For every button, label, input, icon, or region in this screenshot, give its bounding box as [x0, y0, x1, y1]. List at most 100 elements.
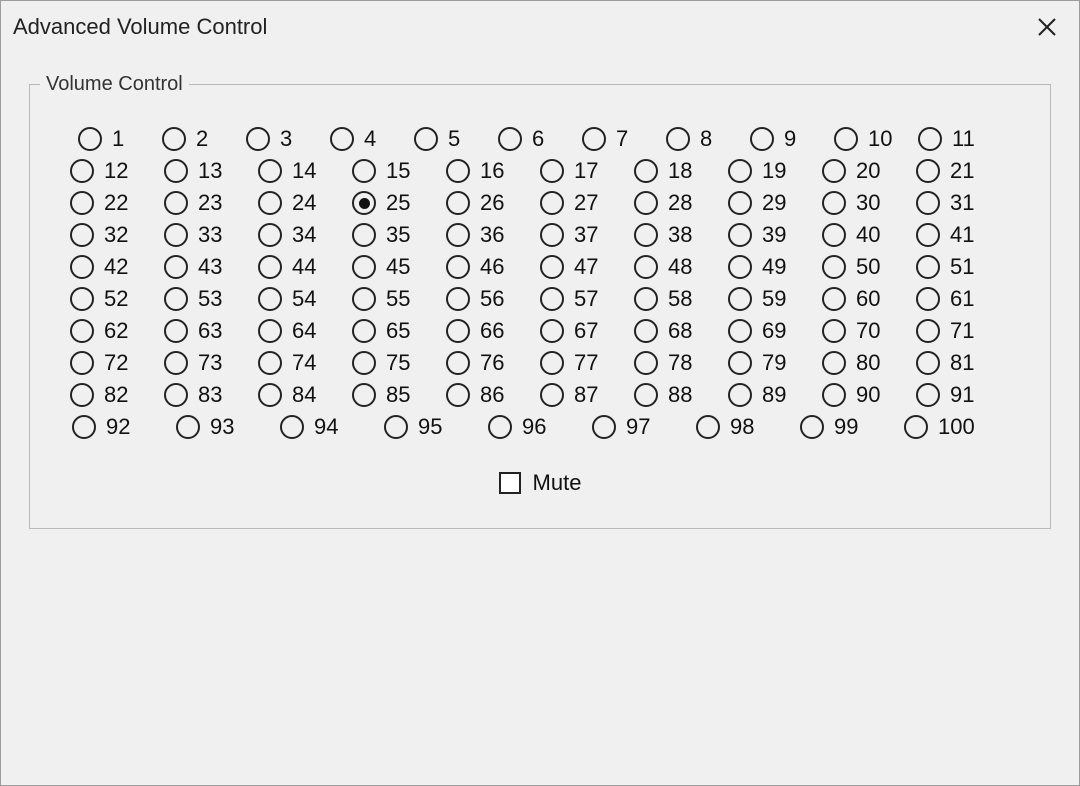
volume-radio-93[interactable]: 93 [176, 414, 280, 440]
volume-radio-77[interactable]: 77 [540, 350, 634, 376]
volume-radio-60[interactable]: 60 [822, 286, 916, 312]
volume-radio-56[interactable]: 56 [446, 286, 540, 312]
volume-radio-61[interactable]: 61 [916, 286, 1010, 312]
volume-radio-84[interactable]: 84 [258, 382, 352, 408]
volume-radio-10[interactable]: 10 [834, 126, 918, 152]
volume-radio-50[interactable]: 50 [822, 254, 916, 280]
volume-radio-78[interactable]: 78 [634, 350, 728, 376]
volume-radio-73[interactable]: 73 [164, 350, 258, 376]
volume-radio-12[interactable]: 12 [70, 158, 164, 184]
volume-radio-75[interactable]: 75 [352, 350, 446, 376]
volume-radio-44[interactable]: 44 [258, 254, 352, 280]
volume-radio-28[interactable]: 28 [634, 190, 728, 216]
volume-radio-59[interactable]: 59 [728, 286, 822, 312]
volume-radio-91[interactable]: 91 [916, 382, 1010, 408]
volume-radio-6[interactable]: 6 [498, 126, 582, 152]
volume-radio-71[interactable]: 71 [916, 318, 1010, 344]
volume-radio-29[interactable]: 29 [728, 190, 822, 216]
volume-radio-19[interactable]: 19 [728, 158, 822, 184]
volume-radio-20[interactable]: 20 [822, 158, 916, 184]
volume-radio-94[interactable]: 94 [280, 414, 384, 440]
volume-radio-83[interactable]: 83 [164, 382, 258, 408]
volume-radio-85[interactable]: 85 [352, 382, 446, 408]
volume-radio-55[interactable]: 55 [352, 286, 446, 312]
volume-radio-23[interactable]: 23 [164, 190, 258, 216]
volume-radio-39[interactable]: 39 [728, 222, 822, 248]
volume-radio-24[interactable]: 24 [258, 190, 352, 216]
volume-radio-38[interactable]: 38 [634, 222, 728, 248]
volume-radio-98[interactable]: 98 [696, 414, 800, 440]
volume-radio-51[interactable]: 51 [916, 254, 1010, 280]
volume-radio-80[interactable]: 80 [822, 350, 916, 376]
volume-radio-49[interactable]: 49 [728, 254, 822, 280]
volume-radio-81[interactable]: 81 [916, 350, 1010, 376]
volume-radio-21[interactable]: 21 [916, 158, 1010, 184]
volume-radio-58[interactable]: 58 [634, 286, 728, 312]
volume-radio-5[interactable]: 5 [414, 126, 498, 152]
close-button[interactable] [1029, 9, 1065, 45]
volume-radio-11[interactable]: 11 [918, 126, 1002, 152]
volume-radio-37[interactable]: 37 [540, 222, 634, 248]
volume-radio-74[interactable]: 74 [258, 350, 352, 376]
volume-radio-52[interactable]: 52 [70, 286, 164, 312]
volume-radio-48[interactable]: 48 [634, 254, 728, 280]
volume-radio-1[interactable]: 1 [78, 126, 162, 152]
volume-radio-31[interactable]: 31 [916, 190, 1010, 216]
volume-radio-95[interactable]: 95 [384, 414, 488, 440]
volume-radio-72[interactable]: 72 [70, 350, 164, 376]
volume-radio-76[interactable]: 76 [446, 350, 540, 376]
volume-radio-90[interactable]: 90 [822, 382, 916, 408]
volume-radio-4[interactable]: 4 [330, 126, 414, 152]
volume-radio-14[interactable]: 14 [258, 158, 352, 184]
volume-radio-7[interactable]: 7 [582, 126, 666, 152]
volume-radio-87[interactable]: 87 [540, 382, 634, 408]
volume-radio-22[interactable]: 22 [70, 190, 164, 216]
volume-radio-86[interactable]: 86 [446, 382, 540, 408]
volume-radio-70[interactable]: 70 [822, 318, 916, 344]
volume-radio-15[interactable]: 15 [352, 158, 446, 184]
volume-radio-40[interactable]: 40 [822, 222, 916, 248]
mute-checkbox[interactable] [499, 472, 521, 494]
volume-radio-35[interactable]: 35 [352, 222, 446, 248]
volume-radio-13[interactable]: 13 [164, 158, 258, 184]
volume-radio-96[interactable]: 96 [488, 414, 592, 440]
volume-radio-99[interactable]: 99 [800, 414, 904, 440]
volume-radio-45[interactable]: 45 [352, 254, 446, 280]
volume-radio-66[interactable]: 66 [446, 318, 540, 344]
volume-radio-54[interactable]: 54 [258, 286, 352, 312]
volume-radio-9[interactable]: 9 [750, 126, 834, 152]
volume-radio-79[interactable]: 79 [728, 350, 822, 376]
volume-radio-32[interactable]: 32 [70, 222, 164, 248]
volume-radio-82[interactable]: 82 [70, 382, 164, 408]
volume-radio-67[interactable]: 67 [540, 318, 634, 344]
volume-radio-26[interactable]: 26 [446, 190, 540, 216]
volume-radio-47[interactable]: 47 [540, 254, 634, 280]
volume-radio-64[interactable]: 64 [258, 318, 352, 344]
volume-radio-34[interactable]: 34 [258, 222, 352, 248]
volume-radio-27[interactable]: 27 [540, 190, 634, 216]
volume-radio-57[interactable]: 57 [540, 286, 634, 312]
volume-radio-69[interactable]: 69 [728, 318, 822, 344]
volume-radio-2[interactable]: 2 [162, 126, 246, 152]
volume-radio-53[interactable]: 53 [164, 286, 258, 312]
volume-radio-97[interactable]: 97 [592, 414, 696, 440]
volume-radio-46[interactable]: 46 [446, 254, 540, 280]
volume-radio-3[interactable]: 3 [246, 126, 330, 152]
volume-radio-65[interactable]: 65 [352, 318, 446, 344]
volume-radio-17[interactable]: 17 [540, 158, 634, 184]
volume-radio-100[interactable]: 100 [904, 414, 1008, 440]
volume-radio-33[interactable]: 33 [164, 222, 258, 248]
volume-radio-42[interactable]: 42 [70, 254, 164, 280]
volume-radio-62[interactable]: 62 [70, 318, 164, 344]
volume-radio-43[interactable]: 43 [164, 254, 258, 280]
volume-radio-68[interactable]: 68 [634, 318, 728, 344]
volume-radio-16[interactable]: 16 [446, 158, 540, 184]
volume-radio-89[interactable]: 89 [728, 382, 822, 408]
volume-radio-41[interactable]: 41 [916, 222, 1010, 248]
volume-radio-92[interactable]: 92 [72, 414, 176, 440]
volume-radio-18[interactable]: 18 [634, 158, 728, 184]
volume-radio-30[interactable]: 30 [822, 190, 916, 216]
volume-radio-88[interactable]: 88 [634, 382, 728, 408]
volume-radio-25[interactable]: 25 [352, 190, 446, 216]
volume-radio-36[interactable]: 36 [446, 222, 540, 248]
